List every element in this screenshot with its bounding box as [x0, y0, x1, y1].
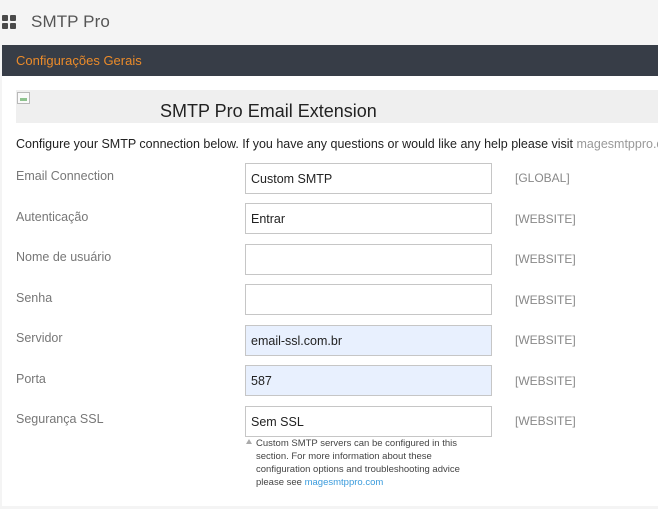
section-header[interactable]: Configurações Gerais	[2, 45, 658, 76]
label-email-connection: Email Connection	[16, 169, 114, 183]
scope-username: [WEBSITE]	[515, 252, 576, 266]
label-username: Nome de usuário	[16, 250, 112, 264]
ssl-help-note: Custom SMTP servers can be configured in…	[246, 437, 478, 489]
note-link[interactable]: magesmtppro.com	[305, 477, 384, 488]
caret-up-icon	[246, 439, 252, 444]
intro-link[interactable]: magesmtppro.com	[577, 137, 658, 151]
grid-icon	[2, 15, 18, 29]
server-input[interactable]	[245, 325, 492, 356]
scope-password: [WEBSITE]	[515, 293, 576, 307]
label-server: Servidor	[16, 331, 63, 345]
app-title: SMTP Pro	[31, 12, 110, 31]
username-input[interactable]	[245, 244, 492, 275]
broken-image-icon	[17, 92, 30, 104]
scope-authentication: [WEBSITE]	[515, 212, 576, 226]
label-port: Porta	[16, 372, 46, 386]
section-title: Configurações Gerais	[16, 53, 142, 68]
label-ssl: Segurança SSL	[16, 412, 104, 426]
scope-port: [WEBSITE]	[515, 374, 576, 388]
scope-server: [WEBSITE]	[515, 333, 576, 347]
intro-text: Configure your SMTP connection below. If…	[16, 137, 658, 151]
password-input[interactable]	[245, 284, 492, 315]
scope-email-connection: [GLOBAL]	[515, 171, 570, 185]
scope-ssl: [WEBSITE]	[515, 414, 576, 428]
label-authentication: Autenticação	[16, 210, 89, 224]
port-input[interactable]	[245, 365, 492, 396]
authentication-select[interactable]	[245, 203, 492, 234]
config-panel: SMTP Pro Email Extension Configure your …	[2, 76, 658, 506]
ssl-select[interactable]	[245, 406, 492, 437]
extension-banner: SMTP Pro Email Extension	[16, 90, 658, 123]
label-password: Senha	[16, 291, 53, 305]
banner-title: SMTP Pro Email Extension	[160, 101, 377, 121]
email-connection-select[interactable]	[245, 163, 492, 194]
top-bar: SMTP Pro	[0, 0, 658, 44]
